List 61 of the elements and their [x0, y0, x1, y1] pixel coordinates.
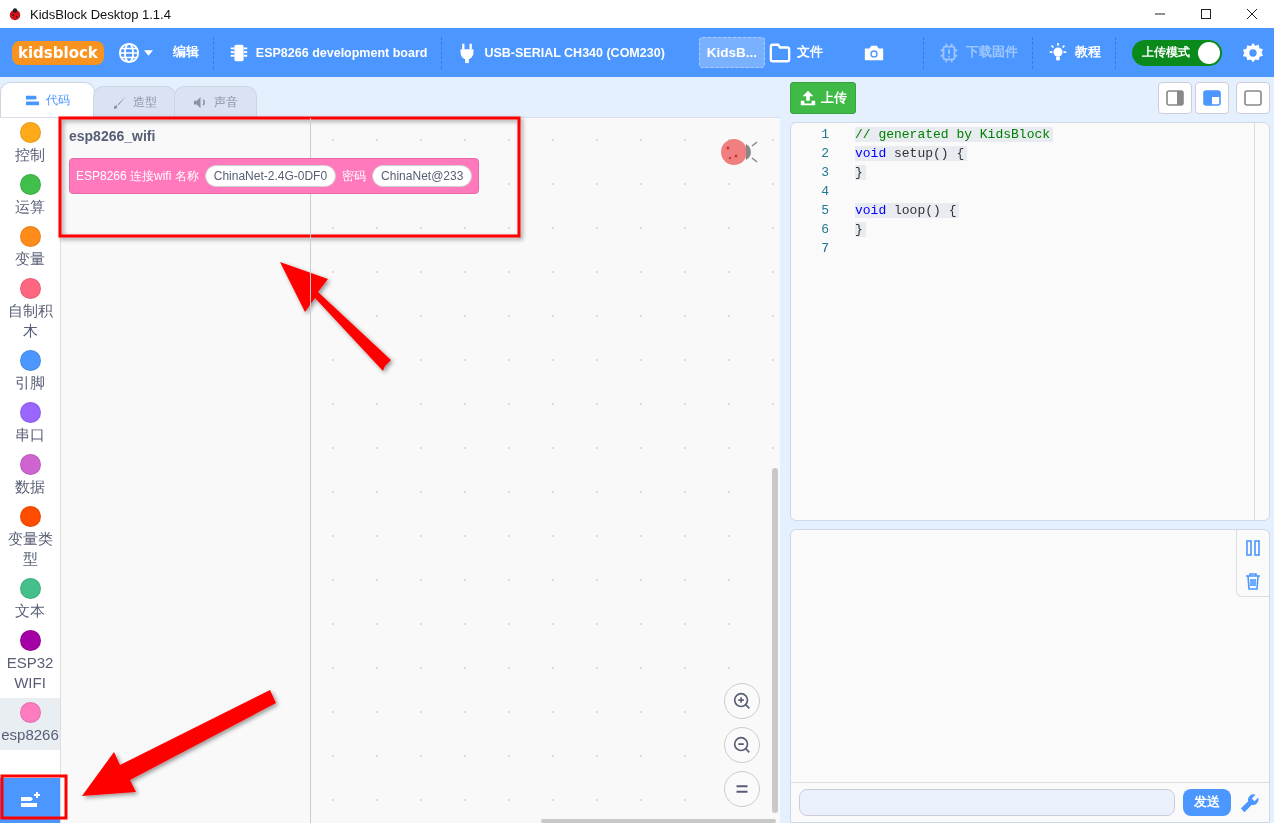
- category-item[interactable]: 文本: [0, 574, 60, 626]
- tutorial-menu[interactable]: 教程: [1075, 44, 1102, 61]
- add-extension-button[interactable]: [0, 778, 60, 823]
- category-item[interactable]: esp8266: [0, 698, 60, 750]
- tab[interactable]: 代码: [0, 82, 95, 117]
- scrollbar[interactable]: [772, 468, 778, 813]
- zoom-reset-button[interactable]: [724, 771, 760, 807]
- line-number: 3: [820, 165, 829, 180]
- upload-mode-toggle[interactable]: 上传模式: [1132, 39, 1223, 66]
- category-item[interactable]: 自制积木: [0, 274, 60, 346]
- zoom-in-button[interactable]: [724, 683, 760, 719]
- category-item[interactable]: 控制: [0, 118, 60, 170]
- port-selector[interactable]: USB-SERIAL CH340 (COM230): [484, 45, 665, 60]
- scrollbar[interactable]: [541, 819, 776, 823]
- block-label: ESP8266 连接wifi 名称: [76, 167, 199, 185]
- board-selector[interactable]: ESP8266 development board: [255, 45, 428, 60]
- pause-icon[interactable]: [1243, 538, 1263, 558]
- globe-icon[interactable]: [117, 41, 140, 64]
- layout-icon: [1165, 88, 1185, 108]
- window-title: KidsBlock Desktop 1.1.4: [30, 6, 171, 22]
- zoom-out-icon: [731, 734, 753, 756]
- trash-icon[interactable]: [1243, 571, 1263, 591]
- zoom-out-button[interactable]: [724, 727, 760, 763]
- line-number: 5: [820, 203, 829, 218]
- edit-menu[interactable]: 编辑: [172, 44, 199, 61]
- close-icon[interactable]: [1246, 8, 1258, 20]
- serial-input-field[interactable]: [799, 789, 1175, 816]
- speaker-icon: [193, 94, 208, 110]
- maximize-icon[interactable]: [1200, 8, 1212, 20]
- block-input[interactable]: ChinaNet@233: [372, 165, 473, 187]
- category-item[interactable]: 串口: [0, 398, 60, 450]
- line-number: 6: [820, 222, 829, 237]
- block-label: 密码: [342, 167, 367, 185]
- highlight-frame: [0, 774, 68, 820]
- category-item[interactable]: 数据: [0, 450, 60, 502]
- line-number: 2: [820, 146, 829, 161]
- file-menu[interactable]: 文件: [797, 44, 824, 61]
- upload-icon: [799, 89, 817, 107]
- layout-button[interactable]: [1158, 82, 1192, 114]
- category-item[interactable]: 变量类型: [0, 502, 60, 574]
- line-number: 4: [820, 184, 829, 199]
- caret-icon[interactable]: [143, 49, 153, 56]
- category-title: esp8266_wifi: [69, 128, 157, 144]
- category-item[interactable]: 变量: [0, 222, 60, 274]
- layout-icon: [1243, 88, 1263, 108]
- wrench-icon[interactable]: [1239, 791, 1261, 814]
- category-item[interactable]: ESP32 WIFI: [0, 626, 60, 698]
- code-block[interactable]: ESP8266 连接wifi 名称 ChinaNet-2.4G-0DF0 密码 ChinaNet@233: [69, 158, 480, 194]
- line-number: 1: [820, 127, 829, 142]
- category-item[interactable]: 运算: [0, 170, 60, 222]
- layout-icon: [1202, 88, 1222, 108]
- layout-button[interactable]: [1195, 82, 1229, 114]
- send-button[interactable]: 发送: [1183, 789, 1231, 816]
- zoom-in-icon: [731, 690, 753, 712]
- ladybug-icon: [8, 7, 22, 21]
- settings-icon[interactable]: [1242, 41, 1264, 64]
- folder-icon[interactable]: [769, 41, 792, 64]
- layout-button[interactable]: [1236, 82, 1270, 114]
- category-item[interactable]: 引脚: [0, 346, 60, 398]
- line-number: 7: [820, 241, 829, 256]
- block-input[interactable]: ChinaNet-2.4G-0DF0: [204, 165, 337, 187]
